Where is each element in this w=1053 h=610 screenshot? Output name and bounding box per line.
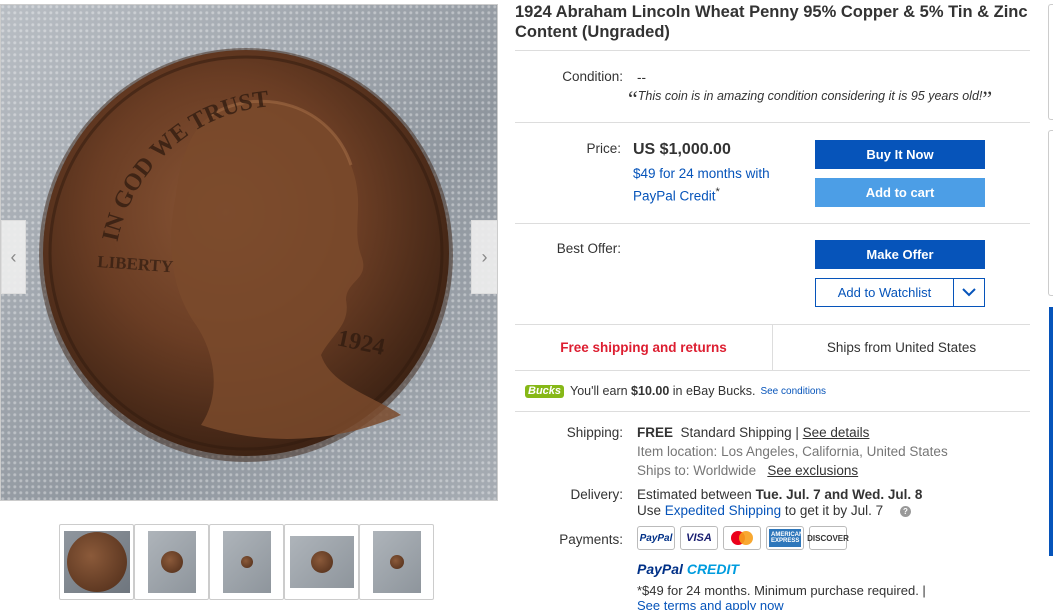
listing-title: 1924 Abraham Lincoln Wheat Penny 95% Cop… (515, 3, 1028, 41)
close-quote-mark: ” (982, 86, 993, 111)
ships-to-line: Ships to: Worldwide See exclusions (637, 463, 858, 478)
get-by-text: to get it by Jul. 7 (784, 503, 884, 518)
bucks-text-post: in eBay Bucks. (672, 384, 756, 398)
chevron-down-icon (962, 288, 976, 297)
mastercard-logo-icon (723, 526, 761, 550)
see-exclusions-link[interactable]: See exclusions (767, 463, 858, 478)
ships-from-text: Ships from United States (772, 325, 1030, 370)
chevron-left-icon: ‹ (10, 246, 17, 267)
main-product-image[interactable]: IN GOD WE TRUST LIBERTY 1924 ‹ › (0, 4, 498, 501)
expedited-shipping-link[interactable]: Expedited Shipping (665, 503, 781, 518)
side-panel-edge (1048, 130, 1053, 296)
delivery-estimate: Estimated between Tue. Jul. 7 and Wed. J… (637, 487, 922, 502)
free-shipping-text: Free shipping and returns (560, 340, 727, 355)
delivery-dates: Tue. Jul. 7 and Wed. Jul. 8 (755, 487, 923, 502)
side-panel-accent (1049, 307, 1053, 556)
see-details-link[interactable]: See details (803, 425, 870, 440)
credit-fine-print: *$49 for 24 months. Minimum purchase req… (637, 583, 926, 598)
paypal-credit-text: $49 for 24 months with PayPal Credit (633, 166, 770, 204)
item-location-label: Item location: (637, 444, 718, 459)
condition-label: Condition: (562, 69, 623, 84)
visa-logo-icon: VISA (680, 526, 718, 550)
divider (515, 50, 1030, 51)
condition-quote-text: This coin is in amazing condition consid… (637, 89, 983, 103)
expedited-line: Use Expedited Shipping to get it by Jul.… (637, 503, 911, 518)
shipping-label: Shipping: (566, 425, 623, 440)
side-panel-edge (1048, 4, 1053, 120)
watchlist-control: Add to Watchlist (815, 278, 985, 307)
paypal-logo-icon: PayPal (637, 526, 675, 550)
divider (515, 223, 1030, 224)
thumbnail-1[interactable] (59, 524, 134, 600)
delivery-text: Estimated between (637, 487, 752, 502)
ships-to-value: Worldwide (693, 463, 757, 478)
thumbnail-2[interactable] (134, 524, 209, 600)
thumbnail-4[interactable] (284, 524, 359, 600)
open-quote-mark: “ (628, 86, 638, 111)
discover-logo-icon: DISCOVER (807, 526, 849, 550)
coin-thumb-image (160, 551, 183, 573)
shipping-free: FREE (637, 425, 674, 440)
thumbnail-5[interactable] (359, 524, 434, 600)
item-location-value: Los Angeles, California, United States (721, 444, 948, 459)
condition-description: “This coin is in amazing condition consi… (628, 86, 992, 112)
next-image-button[interactable]: › (471, 220, 497, 294)
divider (515, 122, 1030, 123)
use-text: Use (637, 503, 662, 518)
coin-image: IN GOD WE TRUST LIBERTY 1924 (39, 48, 453, 462)
ebay-bucks-logo: Bucks (525, 384, 565, 398)
add-to-watchlist-button[interactable]: Add to Watchlist (816, 279, 954, 306)
thumbnail-3[interactable] (209, 524, 284, 600)
payments-label: Payments: (559, 532, 623, 547)
previous-image-button[interactable]: ‹ (1, 220, 26, 294)
watchlist-dropdown-button[interactable] (954, 279, 984, 306)
condition-value: -- (637, 70, 646, 85)
shipping-banner: Free shipping and returns Ships from Uni… (515, 324, 1030, 371)
paypal-credit-logo: PayPal CREDIT (637, 561, 739, 577)
best-offer-label: Best Offer: (556, 241, 621, 256)
coin-thumb-image (389, 555, 404, 569)
see-conditions-link[interactable]: See conditions (760, 386, 826, 397)
paypal-credit-offer[interactable]: $49 for 24 months with PayPal Credit* (633, 164, 803, 206)
price-value: US $1,000.00 (633, 141, 731, 158)
bucks-amount: $10.00 (631, 384, 670, 398)
help-icon[interactable]: ? (899, 506, 911, 517)
bucks-text-pre: You'll earn (570, 384, 628, 398)
coin-thumb-image (310, 551, 333, 573)
chevron-right-icon: › (481, 246, 488, 267)
add-to-cart-button[interactable]: Add to cart (815, 178, 985, 207)
listing-page: IN GOD WE TRUST LIBERTY 1924 ‹ › 1924 Ab (0, 0, 1053, 610)
see-terms-link[interactable]: See terms and apply now (637, 598, 784, 610)
coin-thumb-image (240, 556, 253, 568)
amex-logo-icon: AMERICAN EXPRESS (766, 526, 804, 550)
credit-footnote-mark: * (715, 186, 720, 198)
thumbnail-strip (59, 524, 434, 600)
shipping-line: FREE Standard Shipping | See details (637, 425, 869, 440)
payment-methods: PayPal VISA AMERICAN EXPRESS DISCOVER (637, 526, 849, 550)
coin-thumb-image (66, 532, 127, 592)
delivery-label: Delivery: (570, 487, 623, 502)
divider (515, 411, 1030, 412)
shipping-method: Standard Shipping | (680, 425, 799, 440)
buy-it-now-button[interactable]: Buy It Now (815, 140, 985, 169)
make-offer-button[interactable]: Make Offer (815, 240, 985, 269)
ships-to-label: Ships to: (637, 463, 690, 478)
ebay-bucks-row: Bucks You'll earn $10.00 in eBay Bucks. … (525, 384, 826, 398)
price-label: Price: (586, 141, 621, 156)
item-location-line: Item location: Los Angeles, California, … (637, 444, 948, 459)
